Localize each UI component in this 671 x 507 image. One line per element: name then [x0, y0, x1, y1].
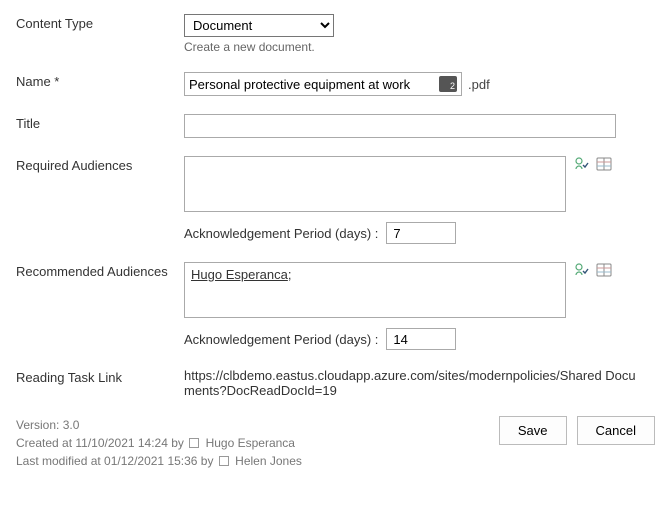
recommended-ack-input[interactable] — [386, 328, 456, 350]
name-input[interactable] — [189, 77, 439, 92]
title-label: Title — [16, 114, 184, 131]
version-text: Version: 3.0 — [16, 416, 302, 434]
required-audiences-input[interactable] — [184, 156, 566, 212]
presence-icon — [189, 438, 199, 448]
file-extension: .pdf — [468, 77, 490, 92]
required-ack-input[interactable] — [386, 222, 456, 244]
required-audiences-label: Required Audiences — [16, 156, 184, 173]
reading-task-url: https://clbdemo.eastus.cloudapp.azure.co… — [184, 368, 644, 398]
presence-icon — [219, 456, 229, 466]
modified-prefix: Last modified at 01/12/2021 15:36 by — [16, 454, 213, 468]
browse-icon[interactable] — [596, 262, 612, 278]
resolved-user: Hugo Esperanca — [191, 267, 288, 282]
check-names-icon[interactable] — [574, 156, 590, 172]
browse-icon[interactable] — [596, 156, 612, 172]
created-prefix: Created at 11/10/2021 14:24 by — [16, 436, 184, 450]
save-button[interactable]: Save — [499, 416, 567, 445]
check-names-icon[interactable] — [574, 262, 590, 278]
recommended-audiences-input[interactable]: Hugo Esperanca; — [184, 262, 566, 318]
name-input-wrapper[interactable]: 2 — [184, 72, 462, 96]
content-type-select[interactable]: Document — [184, 14, 334, 37]
cancel-button[interactable]: Cancel — [577, 416, 655, 445]
content-type-label: Content Type — [16, 14, 184, 31]
recommended-ack-label: Acknowledgement Period (days) : — [184, 332, 378, 347]
modified-by: Helen Jones — [235, 454, 302, 468]
title-input[interactable] — [184, 114, 616, 138]
content-type-helper: Create a new document. — [184, 40, 655, 54]
reading-task-label: Reading Task Link — [16, 368, 184, 385]
name-label: Name * — [16, 72, 184, 89]
created-by: Hugo Esperanca — [206, 436, 295, 450]
name-suffix-icon: 2 — [439, 76, 457, 92]
metadata-block: Version: 3.0 Created at 11/10/2021 14:24… — [16, 416, 302, 470]
recommended-audiences-label: Recommended Audiences — [16, 262, 184, 279]
required-ack-label: Acknowledgement Period (days) : — [184, 226, 378, 241]
